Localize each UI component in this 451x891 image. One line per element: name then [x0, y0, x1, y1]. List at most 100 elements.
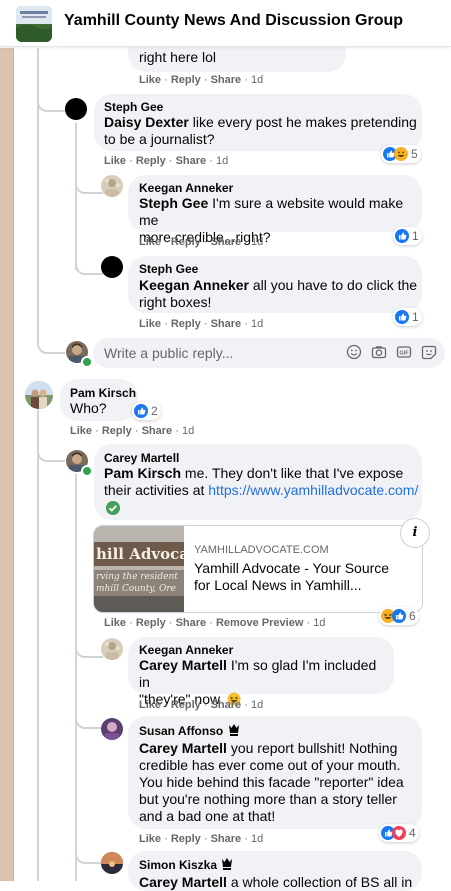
reaction-count[interactable]: 4	[379, 824, 419, 842]
camera-icon[interactable]	[371, 344, 387, 360]
top-fan-badge-icon	[222, 858, 232, 870]
avatar[interactable]	[101, 256, 123, 278]
link-title: Yamhill Advocate - Your Source for Local …	[194, 560, 390, 593]
share-action[interactable]: Share	[211, 318, 242, 330]
comment-author[interactable]: Pam Kirsch	[70, 386, 136, 400]
share-action[interactable]: Share	[211, 699, 242, 711]
timestamp[interactable]: 1d	[251, 74, 263, 86]
timestamp[interactable]: 1d	[251, 699, 263, 711]
avatar[interactable]	[101, 175, 123, 197]
comment-author[interactable]: Steph Gee	[139, 262, 198, 276]
remove-preview-action[interactable]: Remove Preview	[216, 617, 303, 629]
avatar[interactable]	[25, 381, 53, 409]
group-title[interactable]: Yamhill County News And Discussion Group	[64, 12, 403, 30]
link-preview-card[interactable]: hill Advoca rving the resident mhill Cou…	[93, 525, 423, 613]
mention-link[interactable]: Steph Gee	[139, 195, 208, 211]
timestamp[interactable]: 1d	[251, 318, 263, 330]
preview-image-title: hill Advoca	[96, 545, 184, 563]
reaction-number: 2	[151, 404, 158, 418]
share-action[interactable]: Share	[211, 833, 242, 845]
comment-actions: Like · Reply · Share · 1d	[104, 155, 229, 167]
comment-actions: Like · Reply · Share · 1d	[139, 318, 264, 330]
info-icon[interactable]: i	[400, 518, 430, 548]
reply-action[interactable]: Reply	[136, 155, 166, 167]
like-action[interactable]: Like	[139, 74, 161, 86]
like-action[interactable]: Like	[139, 699, 161, 711]
emoji-icon[interactable]	[346, 344, 362, 360]
left-edge-strip	[0, 48, 13, 881]
like-action[interactable]: Like	[104, 617, 126, 629]
online-indicator	[81, 356, 93, 368]
thread-elbow-steph	[37, 48, 65, 112]
reply-input[interactable]: Write a public reply... GIF	[93, 338, 445, 368]
timestamp[interactable]: 1d	[251, 833, 263, 845]
reply-action[interactable]: Reply	[171, 833, 201, 845]
comment-author[interactable]: Keegan Anneker	[139, 181, 233, 195]
comment-author[interactable]: Keegan Anneker	[139, 643, 233, 657]
separator: ·	[203, 74, 208, 86]
mention-link[interactable]: Daisy Dexter	[104, 114, 189, 130]
share-action[interactable]: Share	[176, 155, 207, 167]
online-indicator	[81, 465, 93, 477]
group-thumbnail[interactable]	[16, 6, 52, 42]
preview-image-subtitle: mhill County, Ore	[96, 584, 176, 594]
mention-link[interactable]: Carey Martell	[139, 874, 227, 890]
mention-link[interactable]: Carey Martell	[139, 657, 227, 673]
comment-actions: Like · Reply · Share · 1d	[139, 236, 264, 248]
reaction-count[interactable]: 1	[393, 308, 422, 326]
sticker-icon[interactable]	[421, 344, 437, 360]
like-reaction-icon	[395, 310, 409, 324]
share-action[interactable]: Share	[211, 74, 242, 86]
thread-line-pam	[37, 410, 39, 881]
reply-action[interactable]: Reply	[171, 699, 201, 711]
avatar[interactable]	[101, 638, 123, 660]
comment-author[interactable]: Susan Affonso	[139, 724, 223, 738]
top-fan-badge-icon	[229, 724, 239, 736]
like-action[interactable]: Like	[139, 318, 161, 330]
like-action[interactable]: Like	[70, 425, 92, 437]
reply-action[interactable]: Reply	[171, 236, 201, 248]
comment-text: Carey Martell you report bullshit! Nothi…	[139, 740, 404, 824]
timestamp[interactable]: 1d	[251, 236, 263, 248]
preview-image-subtitle: rving the resident	[96, 572, 178, 582]
reaction-number: 5	[411, 147, 418, 161]
share-action[interactable]: Share	[142, 425, 173, 437]
avatar[interactable]	[101, 852, 123, 874]
reaction-number: 1	[412, 310, 419, 324]
reply-action[interactable]: Reply	[171, 318, 201, 330]
comment-author[interactable]: Steph Gee	[104, 100, 163, 114]
thread-elbow-carey	[37, 410, 65, 462]
reaction-count[interactable]: 2	[132, 402, 161, 420]
gif-icon[interactable]: GIF	[396, 344, 412, 360]
reaction-count[interactable]: 6	[379, 607, 419, 625]
svg-text:GIF: GIF	[399, 351, 409, 357]
share-action[interactable]: Share	[211, 236, 242, 248]
website-link[interactable]: https://www.yamhilladvocate.com/	[208, 482, 418, 498]
reaction-number: 6	[409, 609, 416, 623]
reply-action[interactable]: Reply	[136, 617, 166, 629]
thread-elbow-susan	[75, 700, 103, 729]
reply-action[interactable]: Reply	[171, 74, 201, 86]
like-action[interactable]: Like	[139, 833, 161, 845]
avatar[interactable]	[101, 718, 123, 740]
like-action[interactable]: Like	[139, 236, 161, 248]
reaction-count[interactable]: 1	[393, 227, 422, 245]
timestamp[interactable]: 1d	[216, 155, 228, 167]
comment-author[interactable]: Carey Martell	[104, 451, 179, 465]
like-action[interactable]: Like	[104, 155, 126, 167]
timestamp[interactable]: 1d	[182, 425, 194, 437]
love-reaction-icon	[392, 826, 406, 840]
reaction-number: 4	[409, 826, 416, 840]
comment-author[interactable]: Simon Kiszka	[139, 858, 217, 872]
reaction-count[interactable]: 5	[381, 145, 421, 163]
timestamp[interactable]: 1d	[313, 617, 325, 629]
mention-link[interactable]: Carey Martell	[139, 740, 227, 756]
mention-link[interactable]: Pam Kirsch	[104, 465, 181, 481]
avatar[interactable]	[65, 98, 87, 120]
like-reaction-icon	[134, 404, 148, 418]
thread-elbow-reply	[37, 290, 65, 354]
reply-action[interactable]: Reply	[102, 425, 132, 437]
share-action[interactable]: Share	[176, 617, 207, 629]
comment-actions: Like · Reply · Share · Remove Preview · …	[104, 617, 326, 629]
mention-link[interactable]: Keegan Anneker	[139, 277, 249, 293]
